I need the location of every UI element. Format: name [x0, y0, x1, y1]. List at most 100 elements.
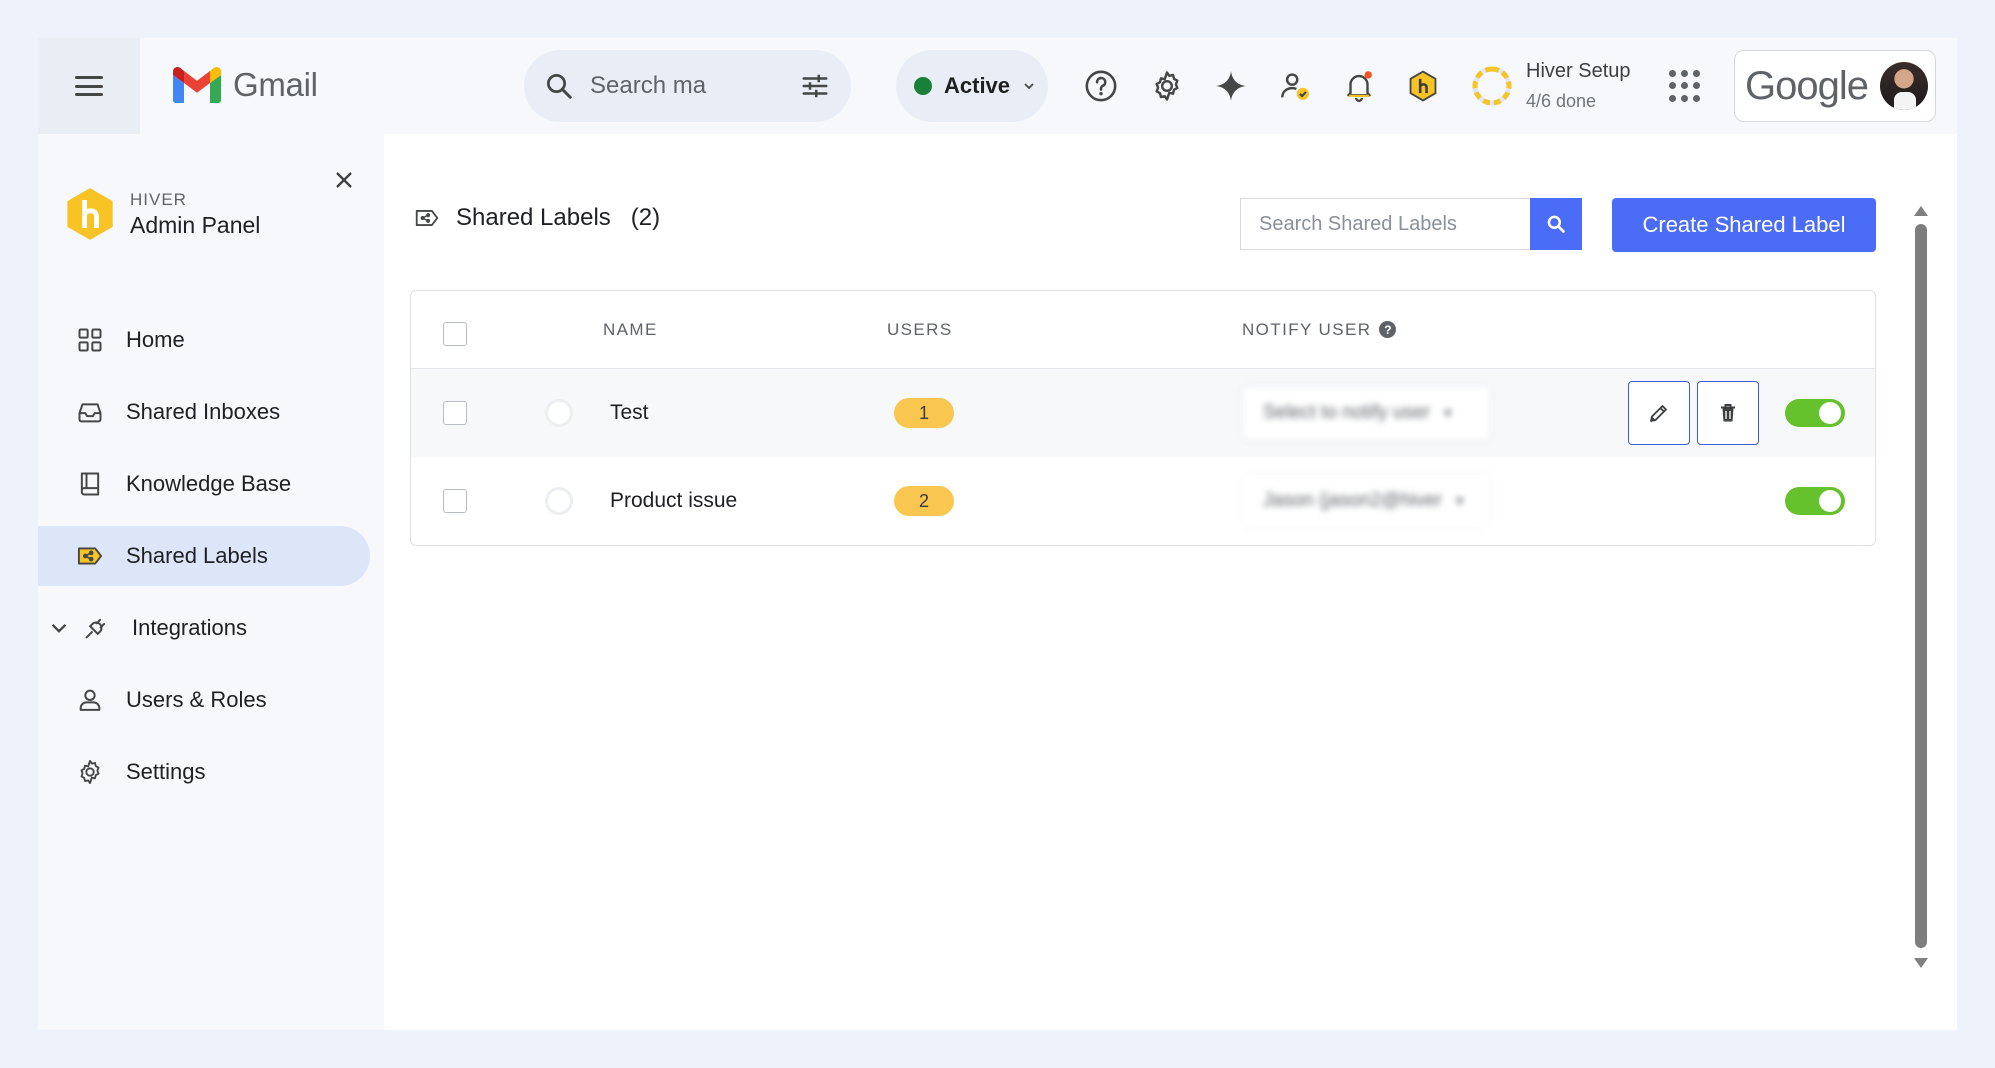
shared-label-outline-icon — [415, 210, 439, 226]
hiver-sidebar: HIVER Admin Panel Home Shared Inboxes Kn… — [38, 134, 384, 1030]
hiver-hex-icon — [1409, 70, 1437, 102]
setup-title: Hiver Setup — [1526, 60, 1631, 82]
status-dot — [914, 77, 932, 95]
account-switcher[interactable]: Google — [1734, 50, 1936, 122]
sidebar-item-label: Settings — [126, 759, 206, 784]
inbox-icon — [78, 403, 102, 423]
notify-user-select[interactable]: Select to notify user ▼ — [1243, 387, 1489, 439]
brand-title: Admin Panel — [130, 211, 261, 238]
label-count: (2) — [630, 204, 661, 231]
sidebar-item-label: Shared Inboxes — [126, 399, 281, 424]
label-name: Product issue — [610, 489, 738, 512]
grid-icon — [78, 328, 102, 352]
table-row[interactable]: Test 1 Select to notify user ▼ — [411, 369, 1875, 457]
gmail-wordmark: Gmail — [233, 66, 318, 103]
search-icon[interactable] — [544, 71, 574, 101]
main-menu-cell — [38, 38, 140, 134]
sidebar-item-integrations[interactable]: Integrations — [38, 598, 370, 658]
column-header-users[interactable]: USERS — [887, 320, 953, 340]
pencil-icon — [1650, 405, 1667, 422]
sidebar-item-home[interactable]: Home — [38, 310, 370, 370]
help-icon — [1085, 70, 1117, 102]
create-shared-label-button[interactable]: Create Shared Label — [1612, 198, 1876, 252]
scroll-up-icon[interactable] — [1914, 206, 1928, 216]
brand-kicker: HIVER — [130, 189, 187, 209]
sidebar-item-label: Users & Roles — [126, 687, 267, 712]
shared-labels-table: NAME USERS NOTIFY USER ? Test 1 Select t… — [410, 290, 1876, 546]
app-window: Gmail Active — [38, 38, 1957, 1030]
gemini-sparkle-icon — [1216, 71, 1246, 101]
row-checkbox[interactable] — [443, 401, 467, 425]
column-header-notify-user: NOTIFY USER ? — [1242, 320, 1397, 340]
user-check-icon — [1281, 73, 1309, 100]
hiver-setup-progress[interactable]: Hiver Setup 4/6 done — [1470, 56, 1631, 116]
gmail-m-icon — [173, 67, 221, 103]
label-color-indicator — [545, 487, 573, 515]
plug-icon — [85, 618, 106, 639]
mail-search-bar[interactable] — [524, 50, 851, 122]
sidebar-item-label: Home — [126, 327, 185, 352]
sidebar-nav: Home Shared Inboxes Knowledge Base Share… — [38, 310, 384, 814]
setup-progress-ring-icon — [1472, 66, 1512, 106]
sidebar-item-users-roles[interactable]: Users & Roles — [38, 670, 370, 730]
main-menu-icon[interactable] — [75, 76, 103, 96]
notification-bell-icon — [1347, 71, 1372, 103]
sidebar-item-shared-inboxes[interactable]: Shared Inboxes — [38, 382, 370, 442]
top-bar: Gmail Active — [38, 38, 1957, 134]
row-checkbox[interactable] — [443, 489, 467, 513]
hiver-logo-icon — [67, 188, 113, 240]
close-icon[interactable] — [330, 166, 358, 194]
shared-label-icon — [77, 547, 103, 565]
page-header: Shared Labels (2) — [414, 204, 660, 232]
sidebar-item-label: Integrations — [132, 615, 247, 640]
book-icon — [80, 472, 100, 496]
label-color-indicator — [545, 399, 573, 427]
select-all-checkbox[interactable] — [443, 322, 467, 346]
label-enabled-toggle[interactable] — [1785, 487, 1845, 515]
hiver-button[interactable] — [1402, 65, 1444, 107]
sidebar-item-label: Shared Labels — [126, 543, 268, 568]
notify-user-select[interactable]: Jason (jason2@hiver ▼ — [1243, 475, 1489, 527]
sidebar-item-label: Knowledge Base — [126, 471, 292, 496]
sidebar-item-shared-labels[interactable]: Shared Labels — [38, 526, 370, 586]
settings-gear-icon — [80, 759, 100, 785]
scroll-down-icon[interactable] — [1914, 958, 1928, 968]
settings-gear-icon — [1155, 71, 1179, 101]
avatar[interactable] — [1879, 62, 1928, 110]
mail-search-input[interactable] — [590, 72, 780, 100]
setup-progress-text: 4/6 done — [1526, 91, 1597, 111]
delete-label-button[interactable] — [1697, 381, 1759, 445]
user-count-badge[interactable]: 2 — [894, 486, 954, 516]
help-button[interactable] — [1080, 65, 1122, 107]
vertical-scrollbar[interactable] — [1914, 206, 1928, 968]
gemini-button[interactable] — [1210, 65, 1252, 107]
search-options-icon[interactable] — [799, 71, 831, 101]
google-apps-icon[interactable] — [1669, 70, 1701, 102]
scrollbar-thumb[interactable] — [1915, 224, 1927, 948]
admin-panel-brand: HIVER Admin Panel — [64, 186, 260, 242]
user-count-badge[interactable]: 1 — [894, 398, 954, 428]
page-title: Shared Labels — [456, 204, 611, 231]
chevron-down-icon — [1024, 83, 1034, 90]
label-search-button[interactable] — [1530, 198, 1582, 250]
search-icon — [1547, 215, 1565, 233]
label-enabled-toggle[interactable] — [1785, 399, 1845, 427]
settings-button[interactable] — [1146, 65, 1188, 107]
chevron-down-icon[interactable] — [50, 619, 68, 637]
notifications-button[interactable] — [1338, 65, 1380, 107]
sidebar-item-knowledge-base[interactable]: Knowledge Base — [38, 454, 370, 514]
trash-icon — [1721, 404, 1735, 422]
gmail-logo[interactable]: Gmail — [173, 66, 318, 104]
label-search-input[interactable] — [1240, 198, 1530, 250]
column-header-name[interactable]: NAME — [603, 320, 658, 340]
table-row[interactable]: Product issue 2 Jason (jason2@hiver ▼ — [411, 457, 1875, 545]
shared-labels-panel: Shared Labels (2) Create Shared Label NA… — [384, 134, 1957, 1030]
sidebar-item-settings[interactable]: Settings — [38, 742, 370, 802]
edit-label-button[interactable] — [1628, 381, 1690, 445]
status-label: Active — [944, 73, 1011, 98]
user-status-button[interactable] — [1274, 65, 1316, 107]
label-name: Test — [610, 401, 649, 424]
status-selector[interactable]: Active — [896, 50, 1048, 122]
google-wordmark: Google — [1745, 63, 1869, 108]
help-icon[interactable]: ? — [1379, 321, 1397, 338]
